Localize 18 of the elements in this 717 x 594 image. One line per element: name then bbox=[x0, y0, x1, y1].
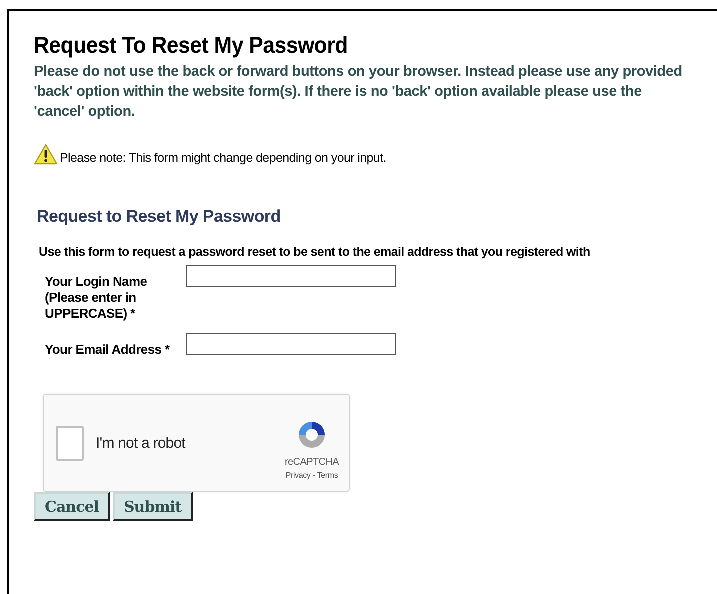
submit-button[interactable]: Submit bbox=[112, 492, 193, 521]
input-field[interactable] bbox=[186, 265, 396, 287]
captcha-label: I'm not a robot bbox=[96, 434, 187, 452]
cancel-button[interactable]: Cancel bbox=[34, 492, 110, 521]
input-field[interactable] bbox=[186, 333, 396, 355]
warning-text: Please do not use the back or forward buttons on your browser. Instead please use any provided 'back' option within the website form(s). If there is no 'back' option available please use the 'cancel' option. bbox=[34, 63, 684, 122]
instruction-text: Use this form to request a password reset to be sent to the email address that you registered with bbox=[39, 245, 592, 259]
page-title: Request To Reset My Password bbox=[34, 32, 348, 59]
captcha-checkbox[interactable] bbox=[56, 426, 84, 460]
field-label: Your Email Address * bbox=[45, 342, 171, 358]
note-text: Please note: This form might change depending on your input. bbox=[60, 151, 386, 165]
recaptcha-brand: reCAPTCHA bbox=[285, 456, 339, 468]
link-separator: - bbox=[312, 470, 316, 480]
warning-icon bbox=[34, 144, 58, 165]
form-heading: Request to Reset My Password bbox=[37, 207, 282, 227]
field-label: Your Login Name (Please enter in UPPERCASE) * bbox=[45, 274, 148, 322]
privacy-link[interactable]: Privacy bbox=[286, 470, 311, 480]
terms-link[interactable]: Terms bbox=[317, 470, 338, 480]
